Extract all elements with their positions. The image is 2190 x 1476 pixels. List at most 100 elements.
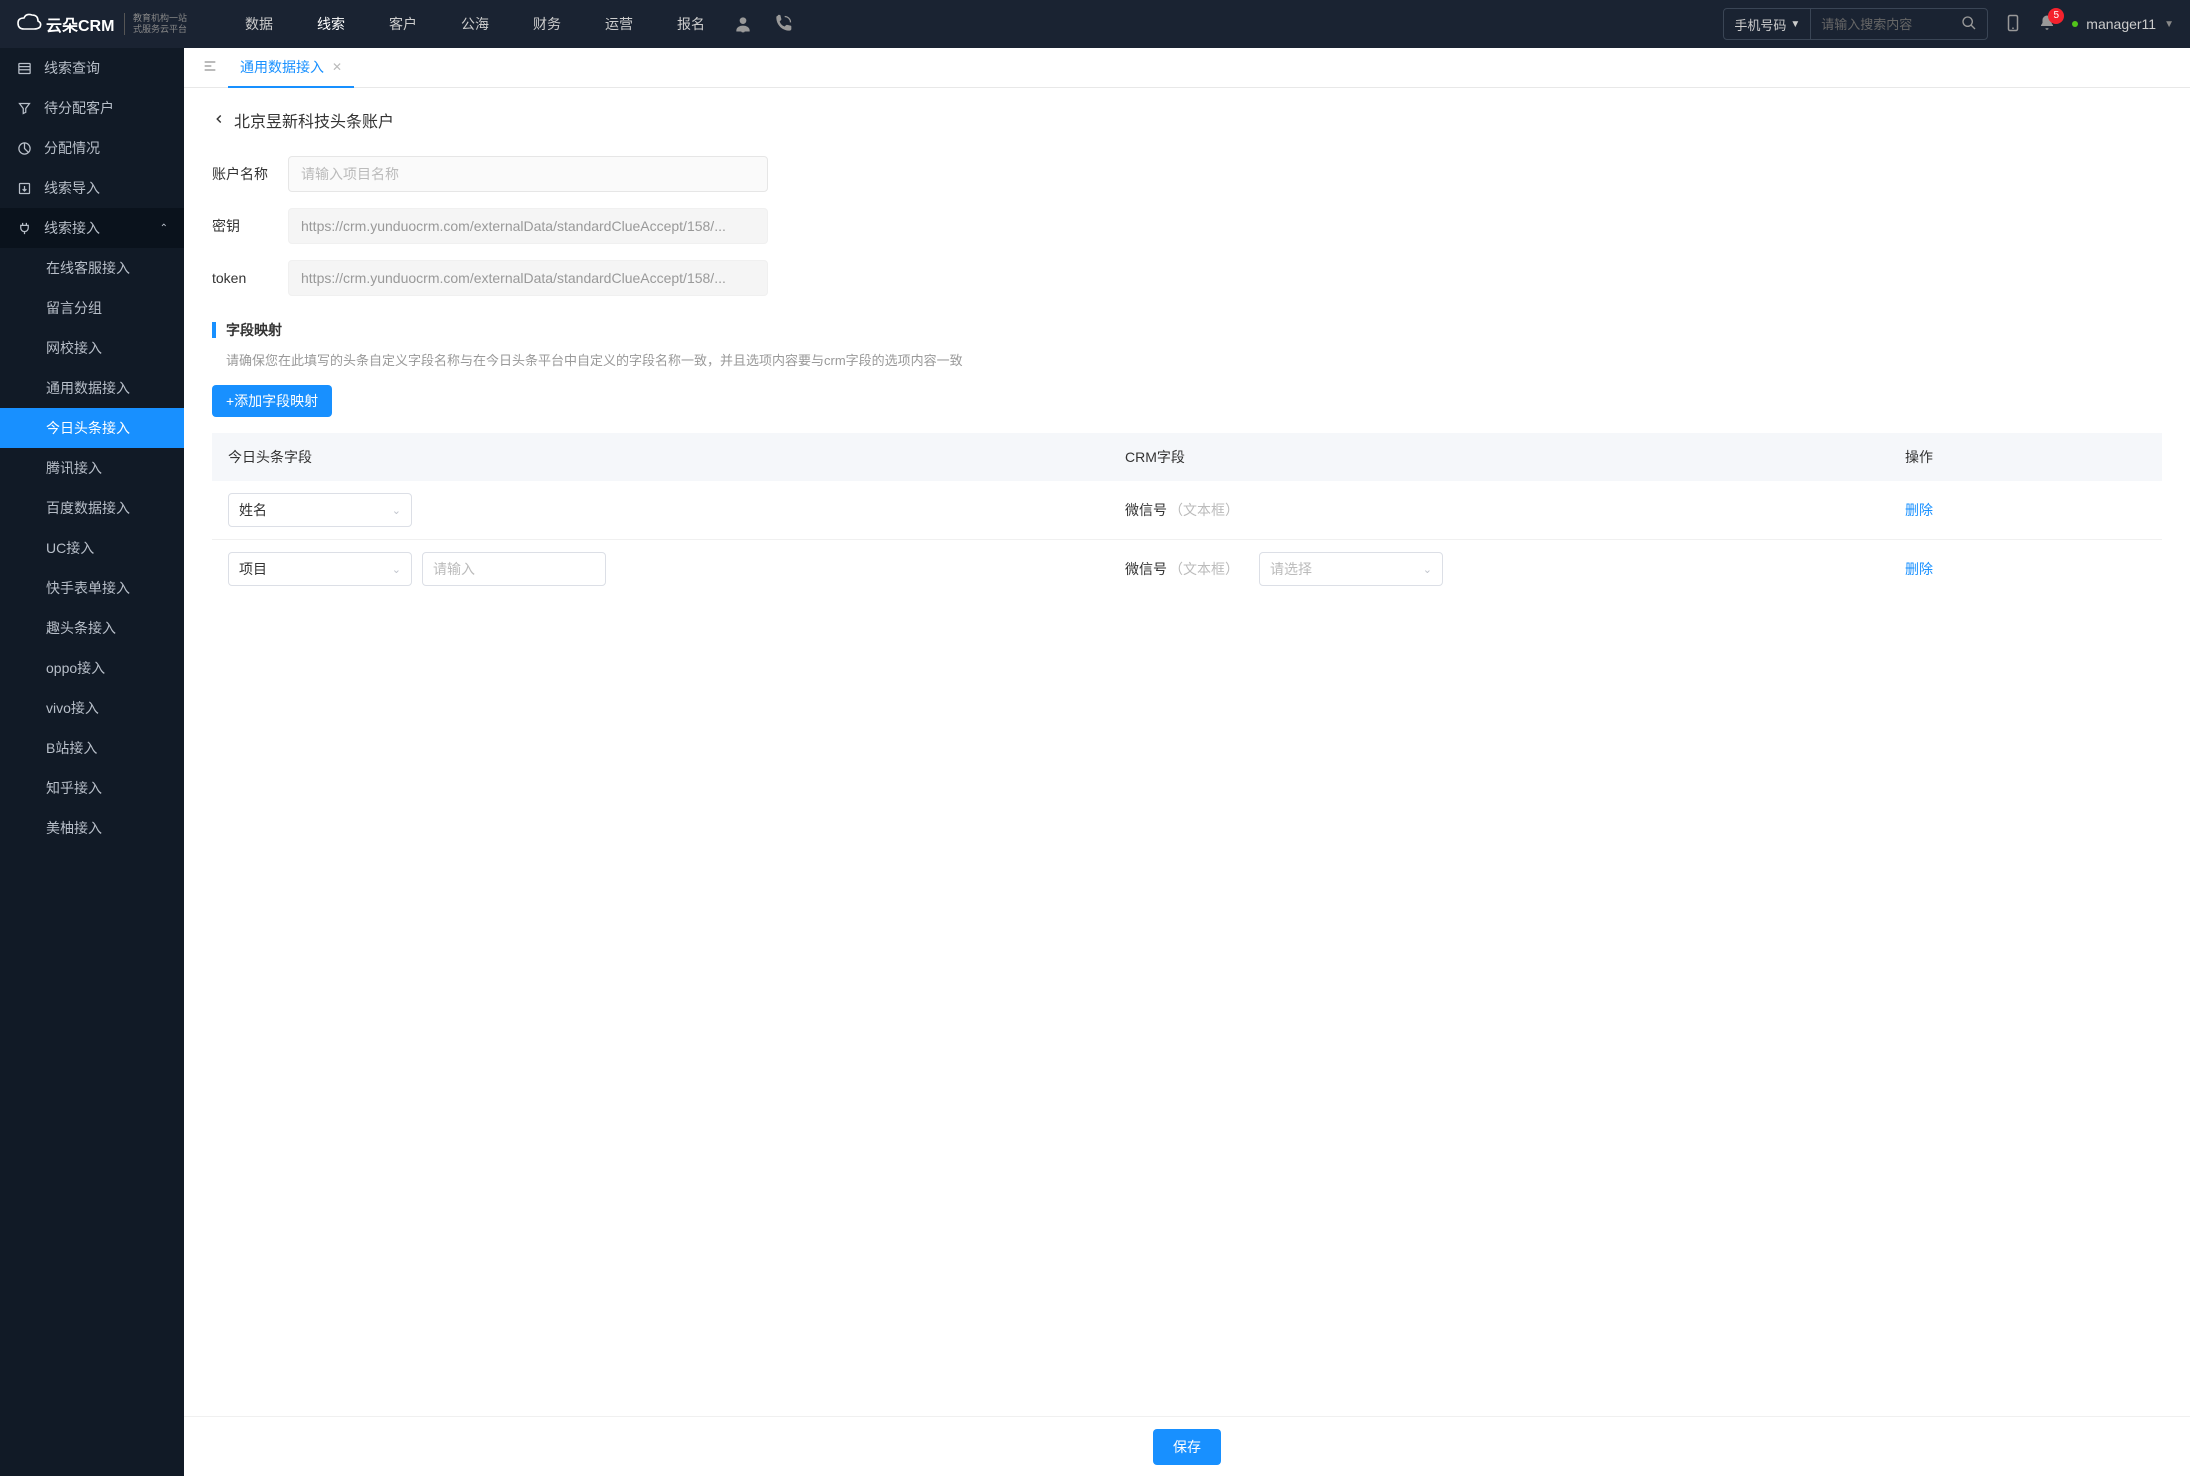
delete-link[interactable]: 删除 [1905,561,1933,577]
nav-signup[interactable]: 报名 [659,0,723,48]
chevron-down-icon: ⌄ [392,563,401,576]
field-extra-input[interactable] [422,552,606,586]
form-row-token: token https://crm.yunduocrm.com/external… [212,260,2162,296]
filter-icon [16,100,32,116]
col-crm-field: CRM字段 [1109,433,1889,481]
sidebar-sub-uc[interactable]: UC接入 [0,528,184,568]
crm-field-text: 微信号 [1125,561,1167,577]
page-title: 北京昱新科技头条账户 [234,108,394,132]
sidebar-label: 线索导入 [44,178,100,198]
footer-bar: 保存 [184,1416,2190,1476]
sidebar-sub-qutoutiao[interactable]: 趣头条接入 [0,608,184,648]
status-dot [2072,21,2078,27]
breadcrumb[interactable]: 北京昱新科技头条账户 [212,108,2162,132]
tab-bar: 通用数据接入 ✕ [184,48,2190,88]
section-description: 请确保您在此填写的头条自定义字段名称与在今日头条平台中自定义的字段名称一致，并且… [212,350,2162,369]
nav-clue[interactable]: 线索 [299,0,363,48]
sidebar-sub-bilibili[interactable]: B站接入 [0,728,184,768]
section-bar-icon [212,322,216,338]
field-select[interactable]: 姓名 ⌄ [228,493,412,527]
chevron-up-icon: ⌃ [160,223,168,234]
sidebar-sub-vivo[interactable]: vivo接入 [0,688,184,728]
search-box: 手机号码 ▼ [1723,8,1988,40]
chart-icon [16,140,32,156]
sidebar-sub-kuaishou[interactable]: 快手表单接入 [0,568,184,608]
sidebar-label: 分配情况 [44,138,100,158]
nav-customer[interactable]: 客户 [371,0,435,48]
chevron-down-icon: ⌄ [392,504,401,517]
logo[interactable]: 云朵CRM 教育机构一站 式服务云平台 [16,9,187,39]
field-select[interactable]: 项目 ⌄ [228,552,412,586]
sidebar-item-pending[interactable]: 待分配客户 [0,88,184,128]
notification-badge: 5 [2048,8,2064,24]
sidebar-item-clue-query[interactable]: 线索查询 [0,48,184,88]
search-type-select[interactable]: 手机号码 ▼ [1724,9,1811,39]
sidebar-sub-tencent[interactable]: 腾讯接入 [0,448,184,488]
collapse-icon[interactable] [192,58,228,77]
search-button[interactable] [1951,15,1987,34]
crm-select[interactable]: 请选择 ⌄ [1259,552,1443,586]
top-header: 云朵CRM 教育机构一站 式服务云平台 数据 线索 客户 公海 财务 运营 报名… [0,0,2190,48]
save-button[interactable]: 保存 [1153,1429,1221,1465]
section-title: 字段映射 [226,320,282,340]
crm-field-hint: （文本框） [1169,502,1239,518]
logo-text: 云朵CRM [46,12,114,36]
sidebar-sub-oppo[interactable]: oppo接入 [0,648,184,688]
phone-icon[interactable] [773,14,793,34]
sidebar-sub-school[interactable]: 网校接入 [0,328,184,368]
bell-icon[interactable]: 5 [2038,14,2056,35]
crm-field-hint: （文本框） [1169,561,1239,577]
chevron-down-icon: ▼ [2164,19,2174,30]
sidebar-sub-toutiao[interactable]: 今日头条接入 [0,408,184,448]
mobile-icon[interactable] [2004,14,2022,35]
username: manager11 [2086,16,2156,32]
nav-data[interactable]: 数据 [227,0,291,48]
sidebar-sub-baidu[interactable]: 百度数据接入 [0,488,184,528]
user-icon[interactable] [733,14,753,34]
secret-value[interactable]: https://crm.yunduocrm.com/externalData/s… [288,208,768,244]
tab-general-data[interactable]: 通用数据接入 ✕ [228,48,354,88]
delete-link[interactable]: 删除 [1905,502,1933,518]
token-label: token [212,270,272,286]
plug-icon [16,220,32,236]
table-row: 姓名 ⌄ 微信号（文本框） 删除 [212,481,2162,540]
sidebar-item-access[interactable]: 线索接入 ⌃ [0,208,184,248]
user-menu[interactable]: manager11 ▼ [2072,16,2174,32]
add-mapping-button[interactable]: +添加字段映射 [212,385,332,417]
logo-subtitle: 教育机构一站 式服务云平台 [124,13,187,35]
account-name-input[interactable] [288,156,768,192]
col-toutiao-field: 今日头条字段 [212,433,1109,481]
chevron-down-icon: ⌄ [1423,563,1432,576]
sidebar-sub-general[interactable]: 通用数据接入 [0,368,184,408]
nav-finance[interactable]: 财务 [515,0,579,48]
token-value[interactable]: https://crm.yunduocrm.com/externalData/s… [288,260,768,296]
mapping-table: 今日头条字段 CRM字段 操作 姓名 ⌄ 微信号（文本框） [212,433,2162,598]
sidebar-label: 线索接入 [44,218,100,238]
sidebar-sub-zhihu[interactable]: 知乎接入 [0,768,184,808]
sidebar-sub-online[interactable]: 在线客服接入 [0,248,184,288]
close-icon[interactable]: ✕ [332,60,342,74]
sidebar-sub-message[interactable]: 留言分组 [0,288,184,328]
nav-operation[interactable]: 运营 [587,0,651,48]
account-label: 账户名称 [212,164,272,184]
sidebar-sub-meiyou[interactable]: 美柚接入 [0,808,184,848]
logo-icon: 云朵CRM [16,9,116,39]
form-row-secret: 密钥 https://crm.yunduocrm.com/externalDat… [212,208,2162,244]
sidebar-label: 线索查询 [44,58,100,78]
sidebar-item-import[interactable]: 线索导入 [0,168,184,208]
section-header: 字段映射 [212,320,2162,340]
search-input[interactable] [1811,17,1951,32]
tab-label: 通用数据接入 [240,57,324,77]
page-content: 北京昱新科技头条账户 账户名称 密钥 https://crm.yunduocrm… [184,88,2190,678]
back-icon [212,112,226,129]
top-nav: 数据 线索 客户 公海 财务 运营 报名 [227,0,723,48]
sidebar-label: 待分配客户 [44,98,114,118]
crm-field-text: 微信号 [1125,502,1167,518]
secret-label: 密钥 [212,216,272,236]
nav-public[interactable]: 公海 [443,0,507,48]
main-content: 通用数据接入 ✕ 北京昱新科技头条账户 账户名称 密钥 https://crm.… [184,48,2190,1476]
nav-icons [733,14,793,34]
sidebar: 线索查询 待分配客户 分配情况 线索导入 线索接入 ⌃ 在线客服接入 留言分组 … [0,48,184,1476]
sidebar-item-distribution[interactable]: 分配情况 [0,128,184,168]
col-action: 操作 [1889,433,2162,481]
